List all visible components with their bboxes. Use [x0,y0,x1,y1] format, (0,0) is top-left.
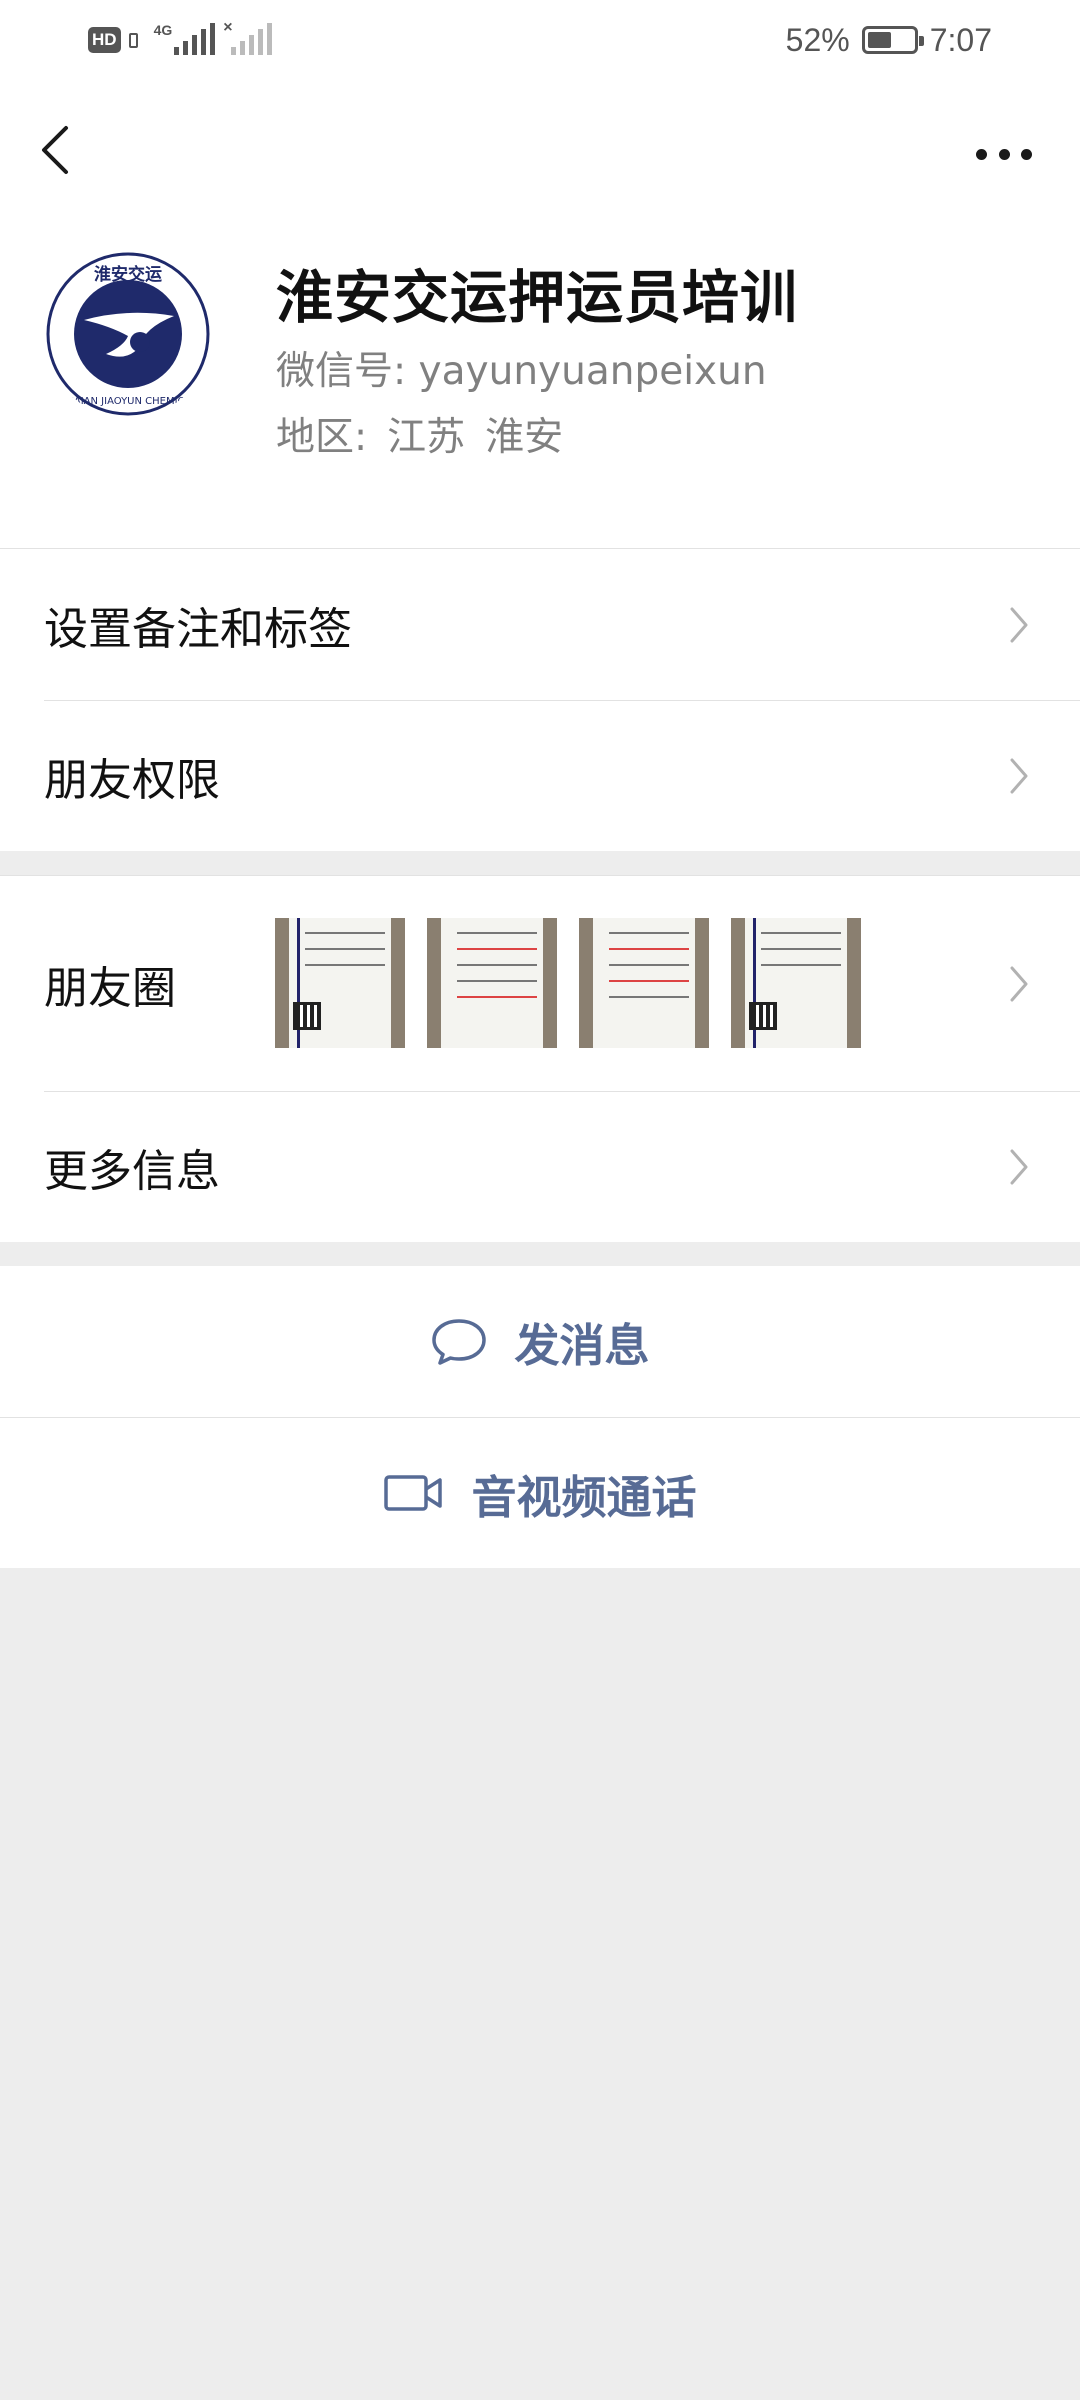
battery-fill [867,32,891,48]
avatar[interactable]: 淮安交运 HUAIAN JIAOYUN CHEMICAL [44,250,212,418]
moments-thumbnail [731,918,861,1048]
send-message-button[interactable]: 发消息 [0,1266,1080,1417]
hd-badge: HD [88,27,121,53]
signal-strength-icon [174,23,216,55]
chat-bubble-icon [432,1318,487,1365]
region-city: 淮安 [485,415,564,460]
no-signal-mark: × [223,19,233,36]
video-camera-icon [384,1475,443,1511]
battery-percent: 52% [785,21,850,58]
company-logo-icon: 淮安交运 HUAIAN JIAOYUN CHEMICAL [44,250,212,418]
set-remark-label: 设置备注和标签 [44,603,352,655]
video-call-button[interactable]: 音视频通话 [0,1417,1080,1568]
moments-row[interactable]: 朋友圈 [0,876,1080,1091]
chevron-right-icon [1010,758,1028,793]
friend-permissions-label: 朋友权限 [44,754,220,806]
chevron-right-icon [1010,1149,1028,1184]
region-label: 地区: [276,415,368,460]
contact-name: 淮安交运押运员培训 [276,265,798,331]
moments-group: 朋友圈 更多信息 [0,875,1080,1242]
chevron-right-icon [1010,607,1028,642]
settings-group: 设置备注和标签 朋友权限 [0,548,1080,851]
chevron-left-icon[interactable] [36,120,76,180]
friend-permissions-row[interactable]: 朋友权限 [0,700,1080,851]
status-left: HD 4G × [88,19,272,60]
logo-text-bottom: HUAIAN JIAOYUN CHEMICAL [59,396,197,407]
set-remark-and-tags-row[interactable]: 设置备注和标签 [0,549,1080,700]
actions-group: 发消息 音视频通话 [0,1266,1080,1568]
section-gap [0,851,1080,875]
region: 地区: 江苏 淮安 [276,406,563,462]
status-right: 52% 7:07 [786,18,992,62]
more-dots-icon[interactable] [976,142,1032,166]
navigation-bar [0,80,1080,200]
moments-thumbnails [275,918,861,1048]
contact-profile: 淮安交运 HUAIAN JIAOYUN CHEMICAL 淮安交运押运员培训 微… [0,200,1080,548]
status-bar: HD 4G × 52% 7:07 [0,0,1080,80]
profile-header-area: HD 4G × 52% 7:07 淮安交运 HUAIAN JIAOYUN CHE… [0,0,1080,548]
video-call-label: 音视频通话 [471,1470,697,1524]
section-gap [0,1242,1080,1266]
volte-icon [128,32,138,48]
battery-icon [861,26,924,54]
logo-text-top: 淮安交运 [94,264,162,285]
moments-thumbnail [579,918,709,1048]
signal-strength-sim2-icon [230,23,272,55]
moments-thumbnail [427,918,557,1048]
send-message-label: 发消息 [514,1319,650,1372]
battery-tip [918,36,924,46]
chevron-right-icon [1010,966,1028,1001]
more-info-label: 更多信息 [44,1145,220,1197]
region-province: 江苏 [387,415,466,460]
wechat-id: 微信号: yayunyuanpeixun [276,349,767,394]
moments-thumbnail [275,918,405,1048]
clock: 7:07 [929,21,992,58]
network-type: 4G [153,22,173,38]
moments-label: 朋友圈 [44,962,176,1014]
more-info-row[interactable]: 更多信息 [0,1091,1080,1242]
